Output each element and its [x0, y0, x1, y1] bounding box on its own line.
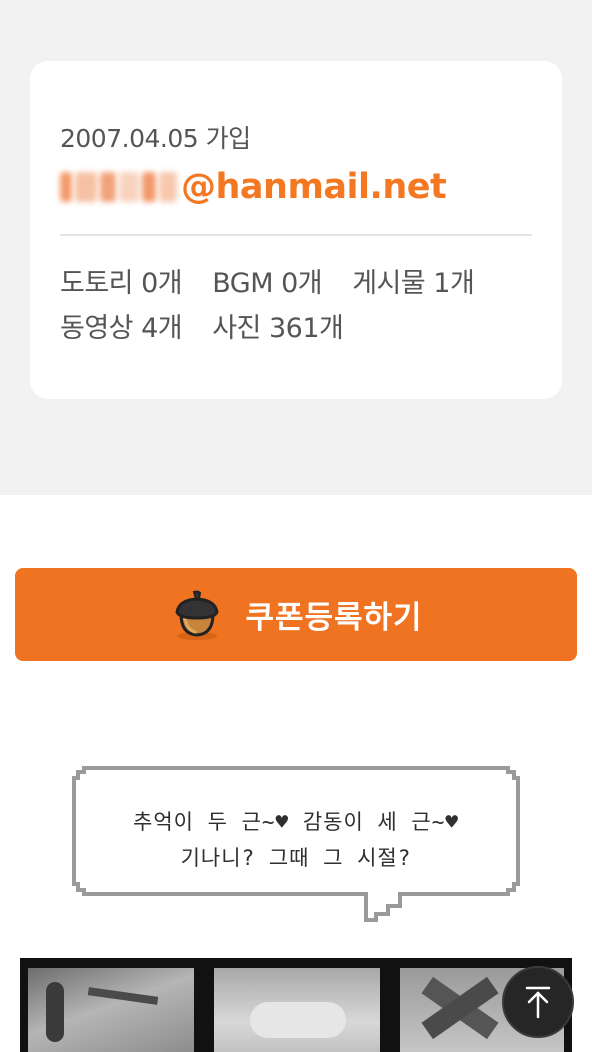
profile-card: 2007.04.05 가입 @hanmail.net 도토리 0개 BGM 0개…	[30, 61, 562, 399]
stat-photo-count: 사진 361개	[212, 313, 344, 344]
promo-text-line-1: 추억이 두 근~♥ 감동이 세 근~♥	[133, 810, 459, 834]
stat-video-count: 동영상 4개	[60, 313, 183, 344]
stats-row-1: 도토리 0개 BGM 0개 게시물 1개	[60, 261, 496, 300]
stats-row-2: 동영상 4개 사진 361개	[60, 306, 365, 345]
arrow-up-icon	[525, 986, 551, 1019]
profile-section: 2007.04.05 가입 @hanmail.net 도토리 0개 BGM 0개…	[0, 0, 592, 495]
promo-speech-bubble: 추억이 두 근~♥ 감동이 세 근~♥ 기나니? 그때 그 시절?	[70, 764, 522, 924]
card-divider	[60, 234, 532, 236]
photo-hand-over-mouth	[214, 968, 380, 1052]
promo-text-line-2: 기나니? 그때 그 시절?	[180, 846, 412, 870]
photo-headphones	[28, 968, 194, 1052]
scroll-to-top-button[interactable]	[502, 966, 574, 1038]
coupon-register-label: 쿠폰등록하기	[245, 600, 423, 636]
join-date: 2007.04.05 가입	[60, 124, 251, 153]
stat-post-count: 게시물 1개	[352, 268, 475, 299]
acorn-icon	[175, 590, 219, 640]
coupon-register-button[interactable]: 쿠폰등록하기	[15, 568, 577, 661]
email-row: @hanmail.net	[60, 165, 447, 209]
stat-acorn-count: 도토리 0개	[60, 268, 183, 299]
photo-strip	[20, 958, 572, 1052]
email-domain: @hanmail.net	[181, 167, 447, 207]
email-username-blurred	[60, 172, 177, 202]
stat-bgm-count: BGM 0개	[212, 268, 323, 299]
